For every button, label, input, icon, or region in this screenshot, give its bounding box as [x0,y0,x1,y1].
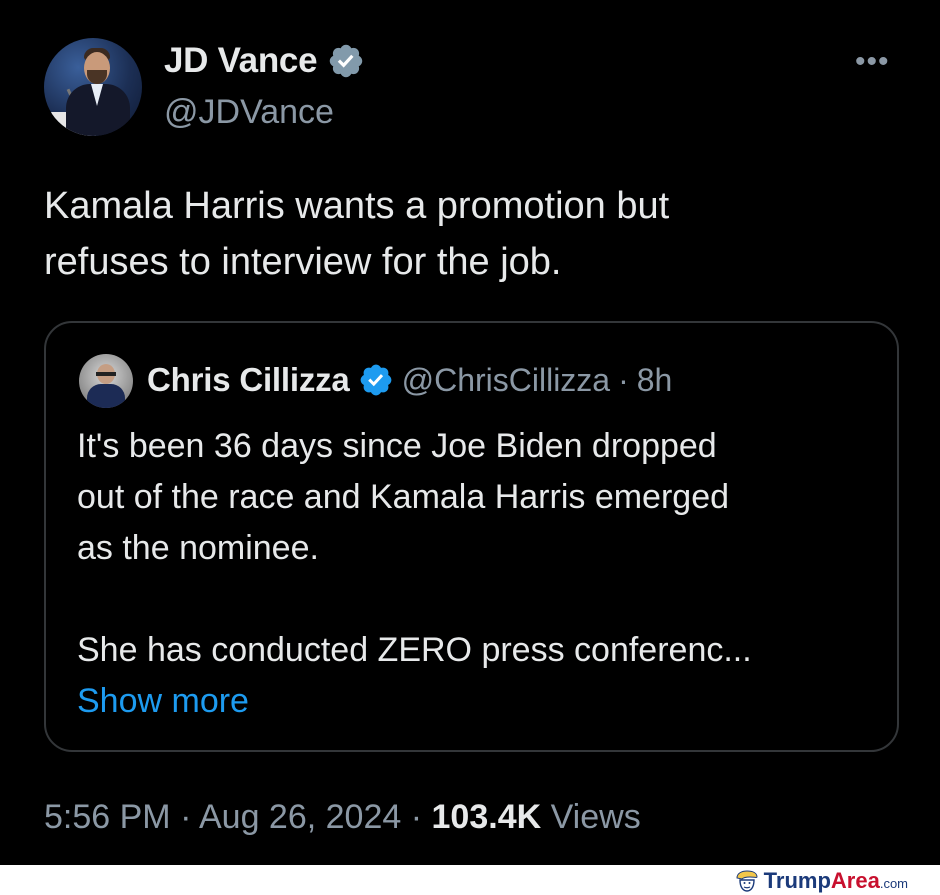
quote-text-line: out of the race and Kamala Harris emerge… [77,478,730,516]
quote-text-line: She has conducted ZERO press conferenc..… [77,631,752,669]
watermark-bar: TrumpArea.com [0,865,940,895]
views-label: Views [550,798,641,836]
separator-dot: · [180,798,192,836]
separator-dot: · [618,361,629,398]
author-avatar[interactable] [44,38,142,136]
tweet-text-line: refuses to interview for the job. [44,241,562,283]
tweet-text: Kamala Harris wants a promotion but refu… [44,178,904,290]
views-count[interactable]: 103.4K [432,798,542,836]
tweet-time[interactable]: 5:56 PM [44,798,171,836]
quote-author-avatar[interactable] [79,354,133,408]
quoted-tweet[interactable]: Chris Cillizza @ChrisCillizza · 8h It's … [44,321,899,752]
quote-text: It's been 36 days since Joe Biden droppe… [77,421,877,727]
quote-author-handle[interactable]: @ChrisCillizza [402,362,611,399]
tweet-date[interactable]: Aug 26, 2024 [199,798,401,836]
author-handle[interactable]: @JDVance [164,93,334,132]
quote-text-line: as the nominee. [77,529,319,567]
show-more-link[interactable]: Show more [77,676,877,727]
quote-author-row: Chris Cillizza @ChrisCillizza · 8h [147,361,672,399]
tweet-card: JD Vance @JDVance ••• Kamala Harris want… [0,0,940,865]
watermark-part: Area [830,868,880,893]
author-display-name[interactable]: JD Vance [164,41,318,81]
watermark: TrumpArea.com [734,868,908,894]
watermark-part: Trump [763,868,831,893]
quote-text-line: It's been 36 days since Joe Biden droppe… [77,427,717,465]
tweet-text-line: Kamala Harris wants a promotion but [44,185,670,227]
separator-dot: · [410,798,423,836]
quote-timestamp[interactable]: 8h [637,362,673,399]
verified-badge-icon[interactable] [327,42,365,80]
tweet-meta: 5:56 PM · Aug 26, 2024 · 103.4K Views [44,798,641,837]
trump-logo-icon [736,870,758,892]
verified-badge-icon[interactable] [358,362,394,398]
author-name-row: JD Vance [164,41,365,81]
watermark-part: .com [879,876,908,891]
quote-author-display-name[interactable]: Chris Cillizza [147,361,350,399]
watermark-text: TrumpArea.com [764,868,908,894]
more-options-icon[interactable]: ••• [855,47,890,77]
